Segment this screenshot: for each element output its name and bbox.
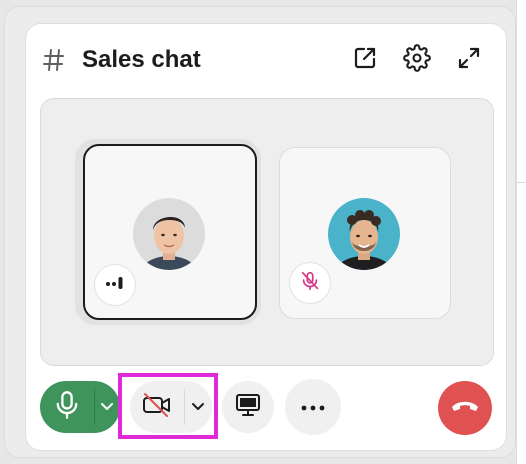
avatar-man-short-dark-hair [133,198,205,270]
microphone-control [40,381,120,433]
open-in-window-button[interactable] [349,44,381,76]
open-in-window-icon [352,45,378,76]
huddle-window-frame: Sales chat [4,6,516,458]
mic-toggle-button[interactable] [40,381,94,433]
avatar-man-curly-hair [328,198,400,270]
mic-options-button[interactable] [96,381,118,433]
huddle-card: Sales chat [25,23,507,451]
mic-muted-icon [299,270,321,297]
muted-badge [289,262,331,304]
leave-huddle-button[interactable] [438,381,492,435]
expand-button[interactable] [453,44,485,76]
speaking-indicator-badge [94,264,136,306]
monitor-icon [234,392,262,423]
adjacent-panel-edge [516,0,526,464]
mic-divider [94,389,95,425]
speaking-indicator-icon [105,275,125,296]
microphone-icon [53,390,81,425]
participant-tile-1[interactable] [83,144,257,320]
hang-up-icon [450,398,480,419]
chevron-down-icon [100,398,114,416]
hash-icon [42,48,66,72]
participant-tile-2[interactable] [279,147,451,319]
expand-icon [456,45,482,76]
video-stage [40,98,494,366]
screen-share-button[interactable] [222,381,274,433]
more-horizontal-icon [301,398,325,416]
adjacent-panel-divider [516,182,526,183]
more-options-button[interactable] [285,379,341,435]
huddle-title: Sales chat [82,46,201,73]
gear-icon [403,43,431,77]
settings-button[interactable] [401,43,433,77]
highlight-annotation-box [118,373,218,439]
